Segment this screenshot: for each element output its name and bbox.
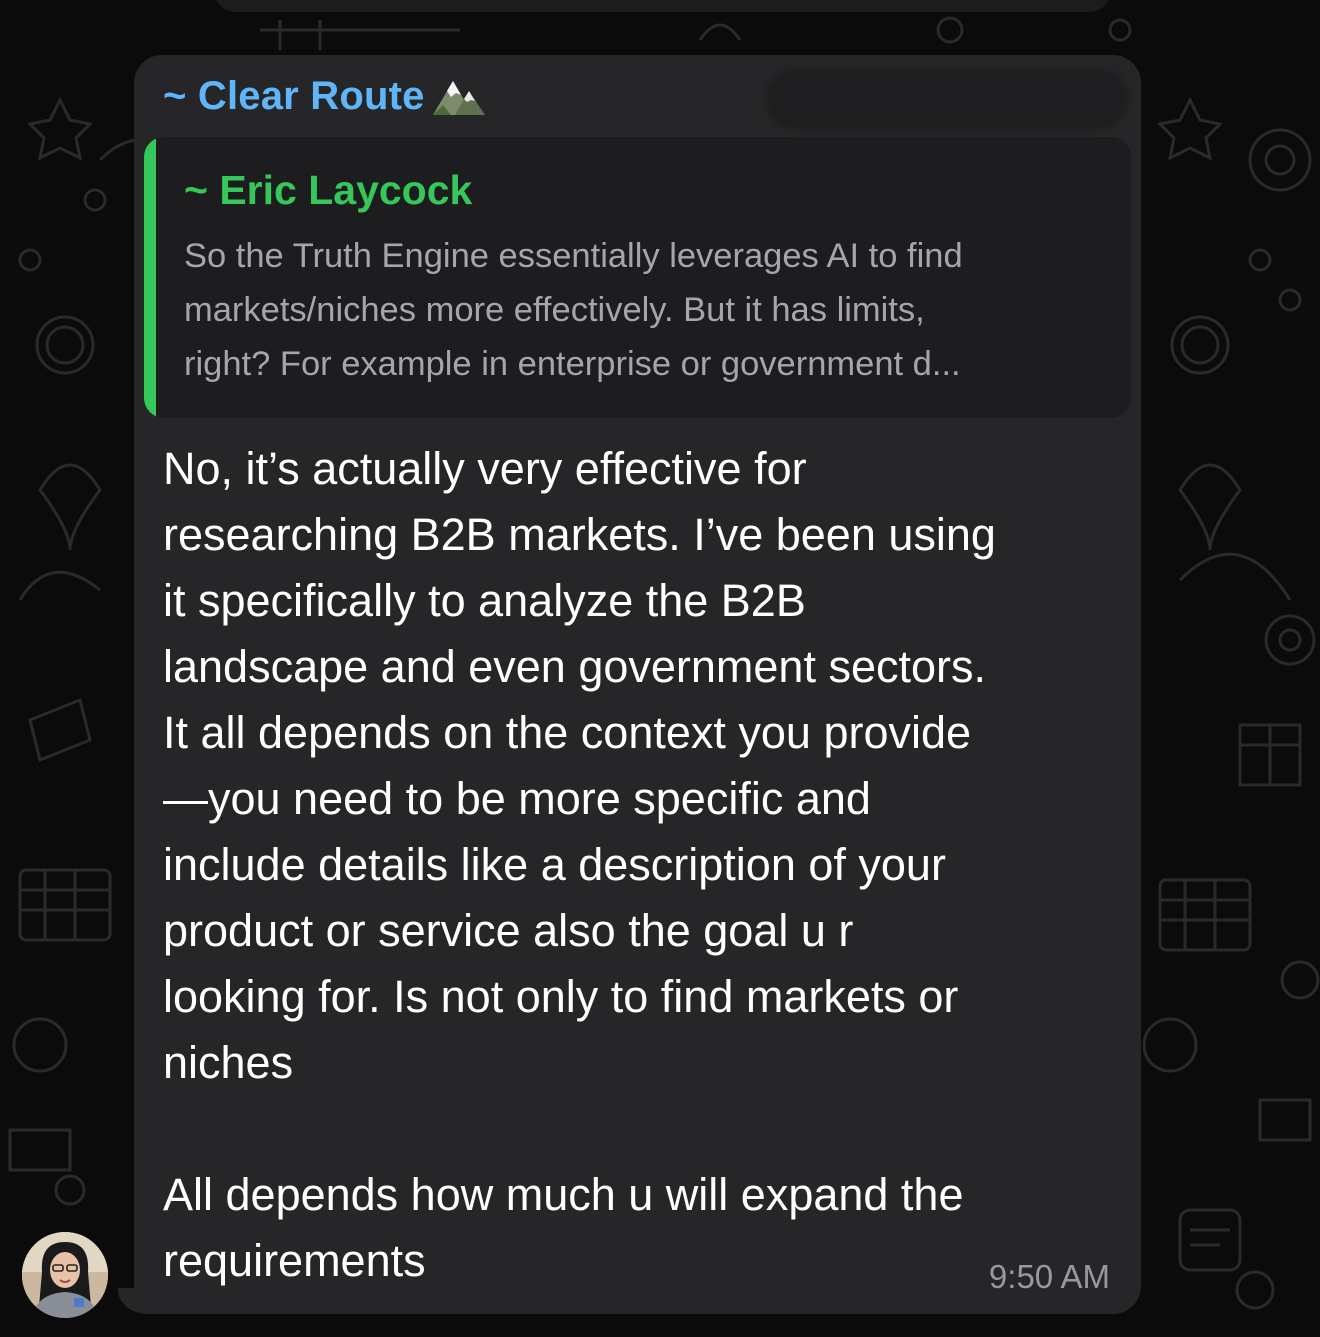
message-line: include details like a description of yo… — [163, 839, 946, 890]
message-line: niches — [163, 1037, 294, 1088]
quoted-line: markets/niches more effectively. But it … — [184, 291, 925, 329]
message-line: No, it’s actually very effective for — [163, 443, 807, 494]
quote-accent-bar — [144, 137, 156, 418]
message-line: —you need to be more specific and — [163, 773, 871, 824]
quoted-author: ~ Eric Laycock — [184, 167, 473, 213]
message-line: it specifically to analyze the B2B — [163, 575, 806, 626]
message-line: It all depends on the context you provid… — [163, 707, 972, 758]
quoted-reply[interactable]: ~ Eric Laycock So the Truth Engine essen… — [144, 137, 1131, 418]
quoted-line: right? For example in enterprise or gove… — [184, 345, 961, 383]
sender-name[interactable]: ~ Clear Route — [163, 74, 425, 119]
message-body: No, it’s actually very effective for res… — [163, 436, 1123, 1294]
message-timestamp: 9:50 AM — [988, 1258, 1110, 1295]
quoted-text: So the Truth Engine essentially leverage… — [184, 229, 1119, 391]
sender-phone-redacted — [766, 68, 1128, 130]
previous-message-edge — [215, 0, 1110, 12]
message-line: All depends how much u will expand the — [163, 1169, 964, 1220]
avatar[interactable] — [22, 1232, 108, 1318]
message-line: landscape and even government sectors. — [163, 641, 987, 692]
message-line: looking for. Is not only to find markets… — [163, 971, 959, 1022]
message-line: product or service also the goal u r — [163, 905, 854, 956]
message-line: researching B2B markets. I’ve been using — [163, 509, 996, 560]
message-line — [163, 1096, 1123, 1162]
sender-row[interactable]: ~ Clear Route — [163, 71, 487, 121]
quoted-line: So the Truth Engine essentially leverage… — [184, 237, 963, 275]
mountain-emoji-icon — [431, 75, 487, 117]
avatar-image — [22, 1232, 108, 1318]
